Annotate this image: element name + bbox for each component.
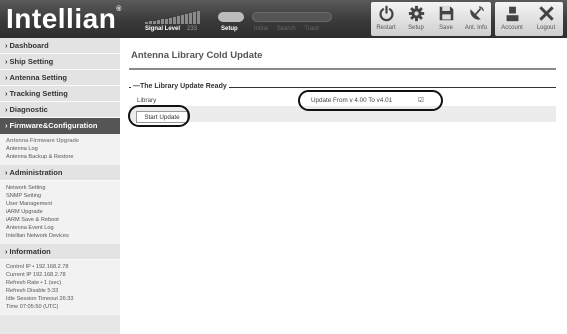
account-button[interactable]: Account (495, 2, 529, 36)
chevron-right-icon: › (5, 121, 8, 130)
status-track: Track (304, 26, 320, 32)
chevron-right-icon: › (5, 89, 8, 98)
idle-session-timeout: Idle Session Timeout 26:33 (6, 296, 74, 302)
sidebar-item-antenna-backup-restore[interactable]: Antenna Backup & Restore (6, 153, 120, 161)
nav-antenna-setting[interactable]: › Antenna Setting (0, 70, 120, 86)
chevron-right-icon: › (5, 168, 8, 177)
nav-tracking-setting[interactable]: › Tracking Setting (0, 86, 120, 102)
power-icon (378, 5, 394, 22)
gear-icon (408, 5, 424, 22)
status-initial: Initial (254, 26, 269, 32)
information-panel: Control IP • 192.168.2.78 Current IP 192… (0, 260, 120, 315)
mode-indicator (218, 12, 244, 22)
sidebar-nav: › Dashboard › Ship Setting › Antenna Settin… (0, 38, 120, 334)
sidebar-item-network-setting[interactable]: Network Setting (6, 184, 120, 192)
nav-firmware-configuration[interactable]: › Firmware&Configuration (0, 118, 120, 134)
tracking-status-labels: Initial Search Track (254, 26, 326, 32)
top-header: Intellian® Signal Level 233 Setup Initia… (0, 0, 567, 38)
sidebar-item-antenna-log[interactable]: Antenna Log (6, 145, 120, 153)
header-toolbar: Restart Setup Save Ant. Info Account Log… (367, 2, 563, 36)
highlight-oval-update-version (298, 90, 443, 111)
refresh-disable: Refresh Disable 5:33 (6, 288, 59, 294)
satellite-dish-icon (469, 6, 484, 20)
nav-administration[interactable]: › Administration (0, 165, 120, 181)
title-divider (129, 68, 556, 70)
sidebar-item-iarm-save-reboot[interactable]: iARM Save & Reboot (6, 216, 120, 224)
save-button[interactable]: Save (431, 2, 461, 36)
chevron-right-icon: › (5, 41, 8, 50)
intellian-logo: Intellian® (6, 3, 122, 34)
chevron-right-icon: › (5, 247, 8, 256)
restart-button[interactable]: Restart (371, 2, 401, 36)
section-title: —The Library Update Ready (131, 83, 229, 90)
chevron-right-icon: › (5, 105, 8, 114)
nav-ship-setting[interactable]: › Ship Setting (0, 54, 120, 70)
highlight-oval-start-button (128, 105, 190, 127)
administration-submenu: Network Setting SNMP Setting User Manage… (0, 181, 120, 244)
status-search: Search (276, 26, 296, 32)
close-icon (538, 6, 554, 21)
signal-level-bars (145, 10, 200, 24)
antenna-info-button[interactable]: Ant. Info (461, 2, 491, 36)
chevron-right-icon: › (5, 57, 8, 66)
firmware-submenu: Antenna Firmware Upgrade Antenna Log Ant… (0, 134, 120, 165)
page-title: Antenna Library Cold Update (131, 50, 263, 61)
main-content: Antenna Library Cold Update —The Library… (120, 38, 567, 334)
user-icon (506, 6, 518, 22)
system-toolbar-group: Restart Setup Save Ant. Info (371, 2, 491, 36)
current-ip: Current IP 192.168.2.78 (6, 272, 66, 278)
mode-label: Setup (221, 26, 238, 32)
session-toolbar-group: Account Logout (495, 2, 563, 36)
control-ip: Control IP • 192.168.2.78 (6, 264, 69, 270)
setup-button[interactable]: Setup (401, 2, 431, 36)
floppy-icon (439, 6, 453, 21)
refresh-rate: Refresh Rate • 1 (sec) (6, 280, 62, 286)
sidebar-item-antenna-event-log[interactable]: Antenna Event Log (6, 224, 120, 232)
logout-button[interactable]: Logout (529, 2, 563, 36)
current-time: Time 07:05:50 (UTC) (6, 304, 59, 310)
signal-level-label: Signal Level (145, 26, 181, 32)
nav-dashboard[interactable]: › Dashboard (0, 38, 120, 54)
sidebar-item-snmp-setting[interactable]: SNMP Setting (6, 192, 120, 200)
chevron-right-icon: › (5, 73, 8, 82)
library-label: Library (137, 97, 157, 104)
sidebar-item-antenna-firmware-upgrade[interactable]: Antenna Firmware Upgrade (6, 137, 120, 145)
nav-information[interactable]: › Information (0, 244, 120, 260)
sidebar-item-user-management[interactable]: User Management (6, 200, 120, 208)
signal-level-value: 233 (187, 26, 198, 32)
tracking-status-bar (252, 12, 332, 22)
nav-diagnostic[interactable]: › Diagnostic (0, 102, 120, 118)
sidebar-item-intellian-network-devices[interactable]: Intellian Network Devices (6, 232, 120, 240)
sidebar-item-iarm-upgrade[interactable]: iARM Upgrade (6, 208, 120, 216)
